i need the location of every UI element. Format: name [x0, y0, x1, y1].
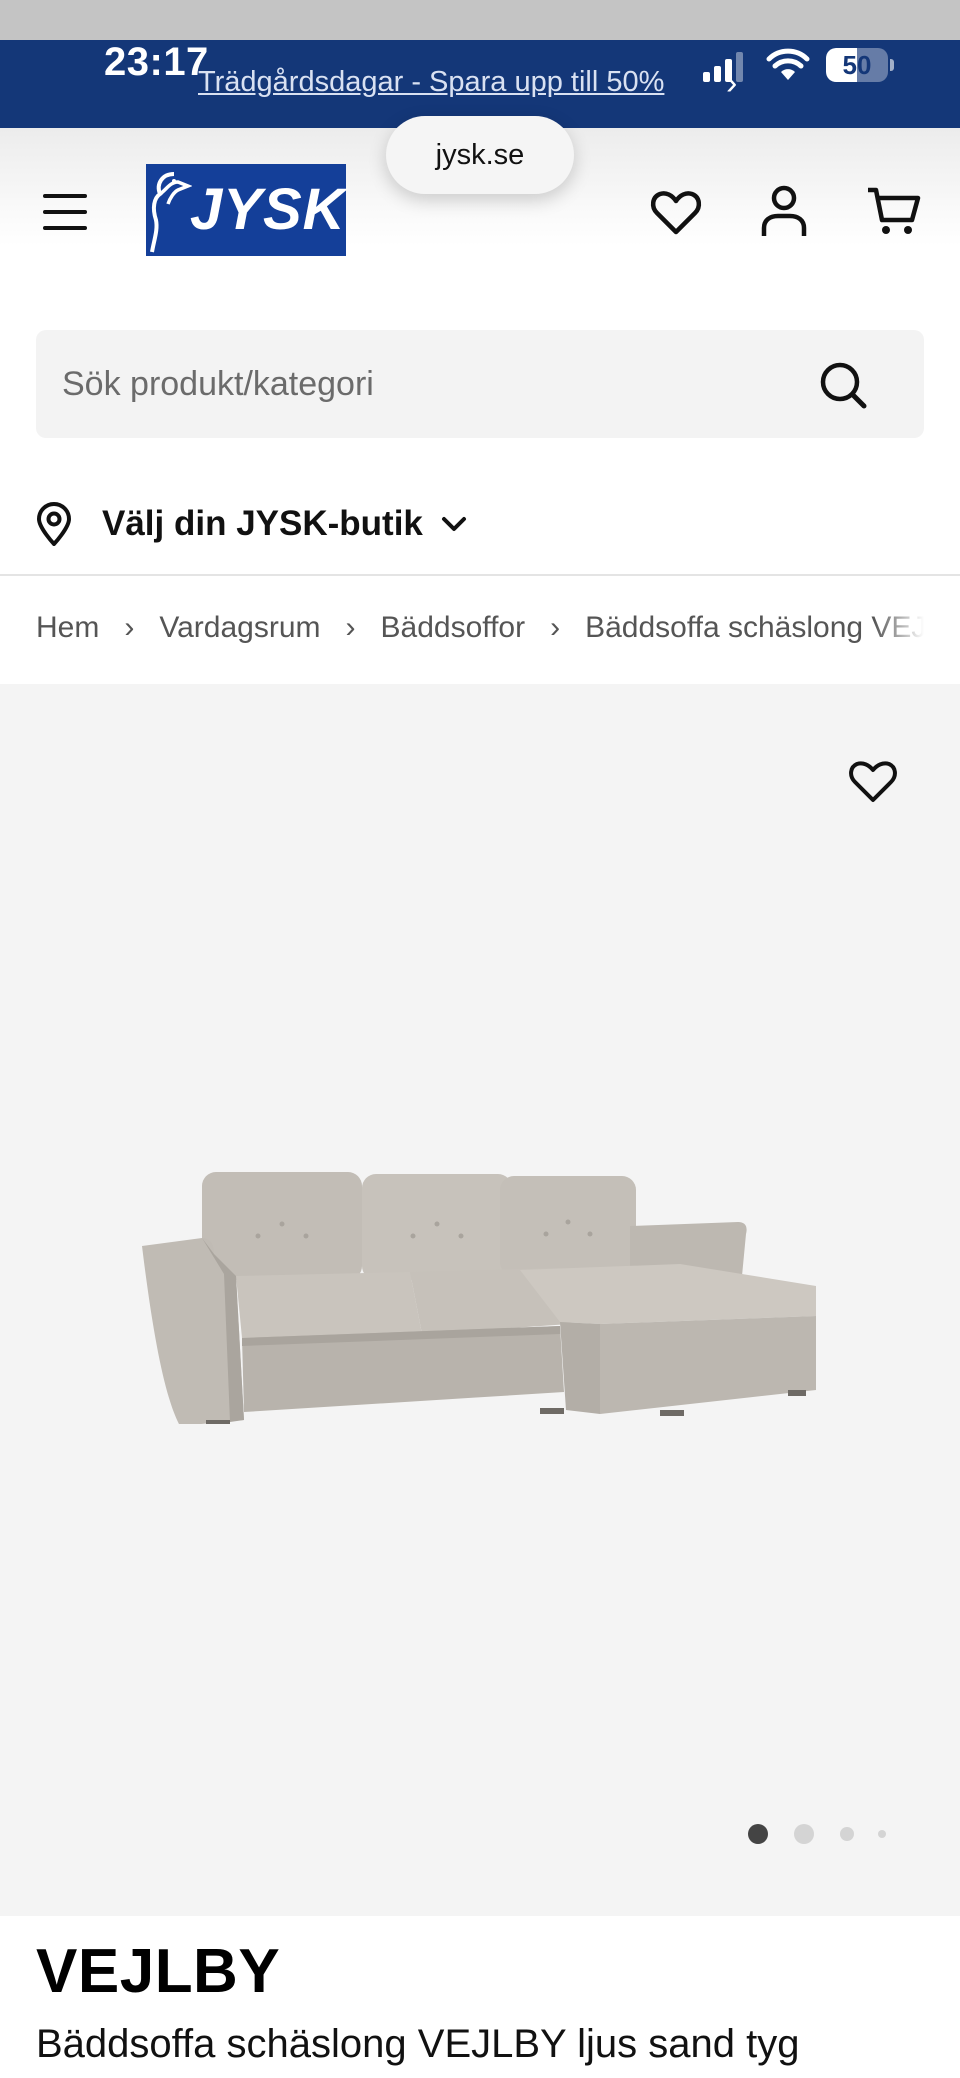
breadcrumb: Hem › Vardagsrum › Bäddsoffor › Bäddsoffa schä… — [36, 610, 924, 654]
chevron-down-icon — [441, 517, 466, 531]
breadcrumb-item-hem[interactable]: Hem — [36, 611, 99, 645]
heart-icon[interactable] — [648, 184, 704, 240]
breadcrumb-chevron-icon: › — [345, 611, 356, 645]
product-subtitle: Bäddsoffa schäslong VEJLBY ljus sand tyg — [36, 2022, 800, 2066]
gallery-dot[interactable] — [794, 1824, 814, 1844]
breadcrumb-item-vardagsrum[interactable]: Vardagsrum — [159, 611, 320, 645]
gallery-dot-active[interactable] — [748, 1824, 768, 1844]
breadcrumb-chevron-icon: › — [124, 611, 135, 645]
gallery-dot[interactable] — [840, 1827, 854, 1841]
promo-link[interactable]: Trädgårdsdagar - Spara upp till 50% — [198, 66, 664, 99]
store-picker[interactable]: Välj din JYSK-butik — [36, 494, 469, 554]
product-name: VEJLBY — [36, 1937, 281, 2006]
browser-url-pill[interactable]: jysk.se — [386, 116, 574, 194]
status-time: 23:17 — [104, 40, 209, 84]
search-bar — [36, 330, 924, 438]
logo-text: JYSK — [190, 177, 346, 242]
cart-icon[interactable] — [866, 182, 922, 238]
wifi-icon — [766, 48, 810, 80]
menu-icon[interactable] — [40, 190, 90, 234]
breadcrumb-chevron-icon: › — [550, 611, 561, 645]
header-divider — [0, 574, 960, 576]
battery-level: 50 — [842, 50, 872, 80]
user-icon[interactable] — [756, 182, 812, 238]
product-image-sofa — [142, 1172, 816, 1424]
breadcrumb-item-baddsoffor[interactable]: Bäddsoffor — [381, 611, 526, 645]
bird-logo-icon — [150, 172, 192, 253]
location-pin-icon — [37, 502, 71, 546]
store-picker-label: Välj din JYSK-butik — [102, 504, 423, 543]
breadcrumb-fade — [874, 610, 924, 654]
gallery-pagination[interactable] — [748, 1822, 898, 1846]
battery-icon: 50 — [826, 48, 896, 82]
cellular-signal-icon — [703, 52, 743, 82]
jysk-logo[interactable]: JYSK — [146, 164, 346, 256]
search-icon[interactable] — [818, 360, 868, 410]
product-image-gallery[interactable] — [0, 684, 960, 1916]
gallery-dot[interactable] — [878, 1830, 886, 1838]
search-input[interactable] — [62, 330, 822, 438]
add-to-wishlist-heart-icon[interactable] — [846, 754, 900, 808]
status-bar-background — [0, 0, 960, 40]
